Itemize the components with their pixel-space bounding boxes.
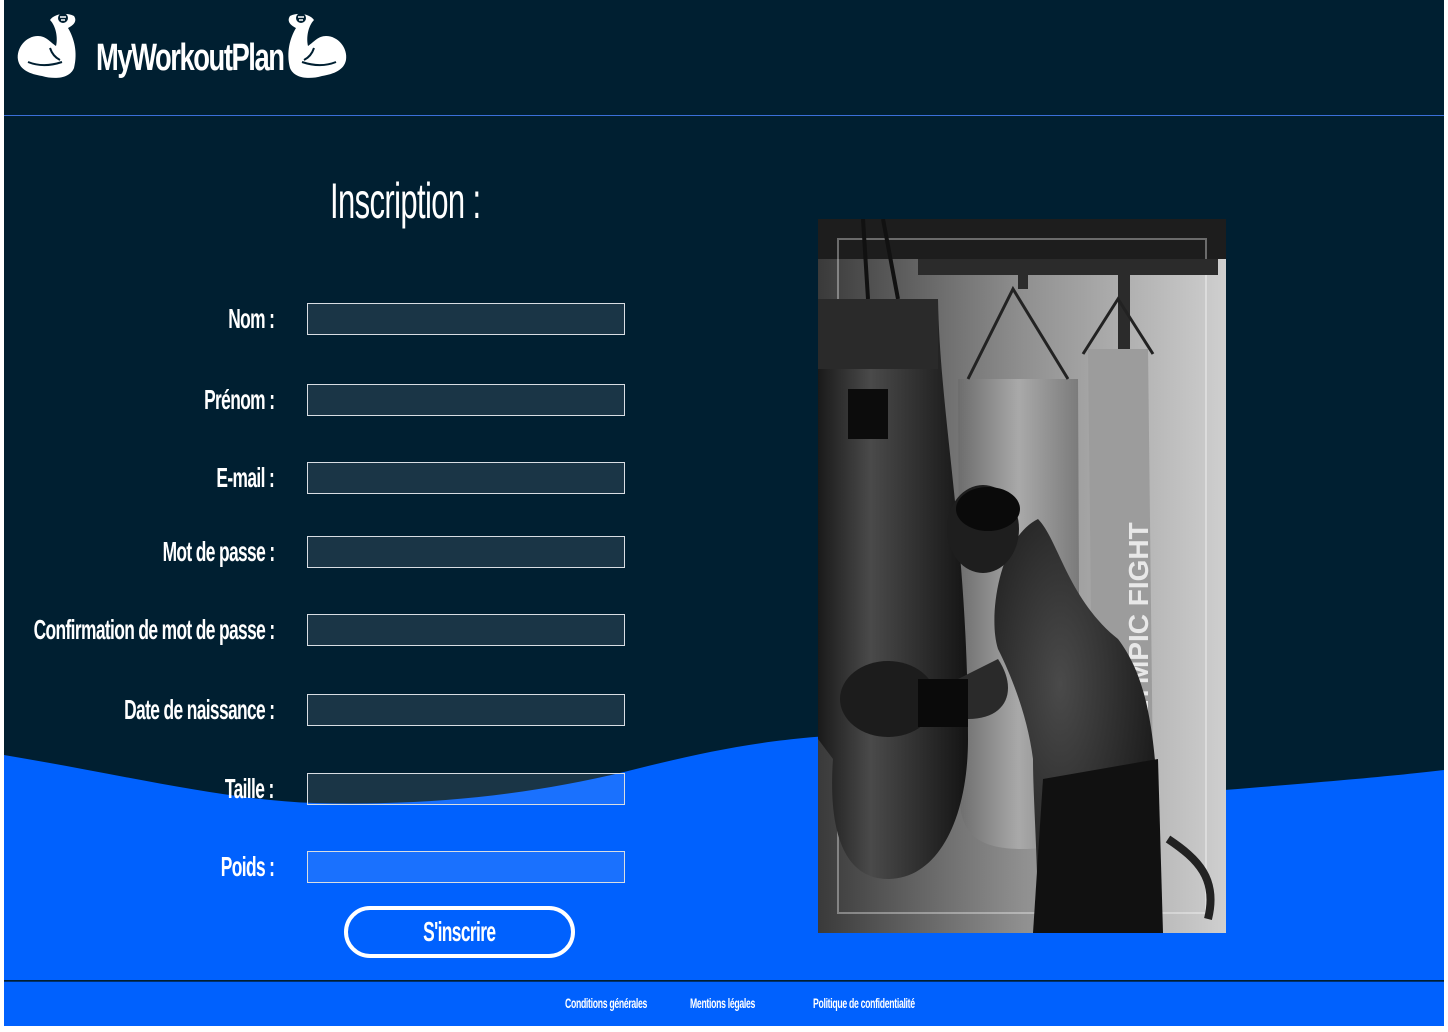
password-label: Mot de passe :: [162, 536, 275, 567]
footer-link-terms[interactable]: Conditions générales: [565, 995, 647, 1011]
prenom-input[interactable]: [307, 384, 625, 416]
signup-button-label: S'inscrire: [423, 916, 496, 947]
page-title: Inscription :: [330, 173, 481, 229]
logo[interactable]: MyWorkoutPlan: [16, 8, 361, 94]
weight-label: Poids :: [220, 851, 274, 882]
password-input[interactable]: [307, 536, 625, 568]
nom-label: Nom :: [227, 303, 275, 334]
header: MyWorkoutPlan: [4, 0, 1444, 116]
password-confirm-input[interactable]: [307, 614, 625, 646]
birthdate-label: Date de naissance :: [123, 694, 275, 725]
footer-link-privacy[interactable]: Politique de confidentialité: [813, 995, 915, 1011]
height-label: Taille :: [225, 773, 274, 804]
footer: Conditions générales Mentions légales Po…: [4, 981, 1444, 1026]
page: MyWorkoutPlan Inscription : Nom : Prénom…: [4, 0, 1444, 1026]
password-confirm-label: Confirmation de mot de passe :: [33, 614, 274, 645]
email-input[interactable]: [307, 462, 625, 494]
boxer-photo-illustration: OLYMPIC FIGHT: [818, 219, 1226, 933]
email-label: E-mail :: [216, 462, 274, 493]
footer-link-legal[interactable]: Mentions légales: [690, 995, 755, 1011]
boxer-photo: OLYMPIC FIGHT: [818, 219, 1226, 933]
prenom-label: Prénom :: [203, 384, 275, 415]
weight-input[interactable]: [307, 851, 625, 883]
birthdate-input[interactable]: [307, 694, 625, 726]
logo-text: MyWorkoutPlan: [96, 37, 285, 79]
nom-input[interactable]: [307, 303, 625, 335]
signup-button[interactable]: S'inscrire: [344, 906, 575, 958]
flexed-biceps-icon: [17, 13, 76, 78]
wave-background: [4, 733, 1444, 980]
height-input[interactable]: [307, 773, 625, 805]
flexed-biceps-icon: [288, 13, 347, 78]
